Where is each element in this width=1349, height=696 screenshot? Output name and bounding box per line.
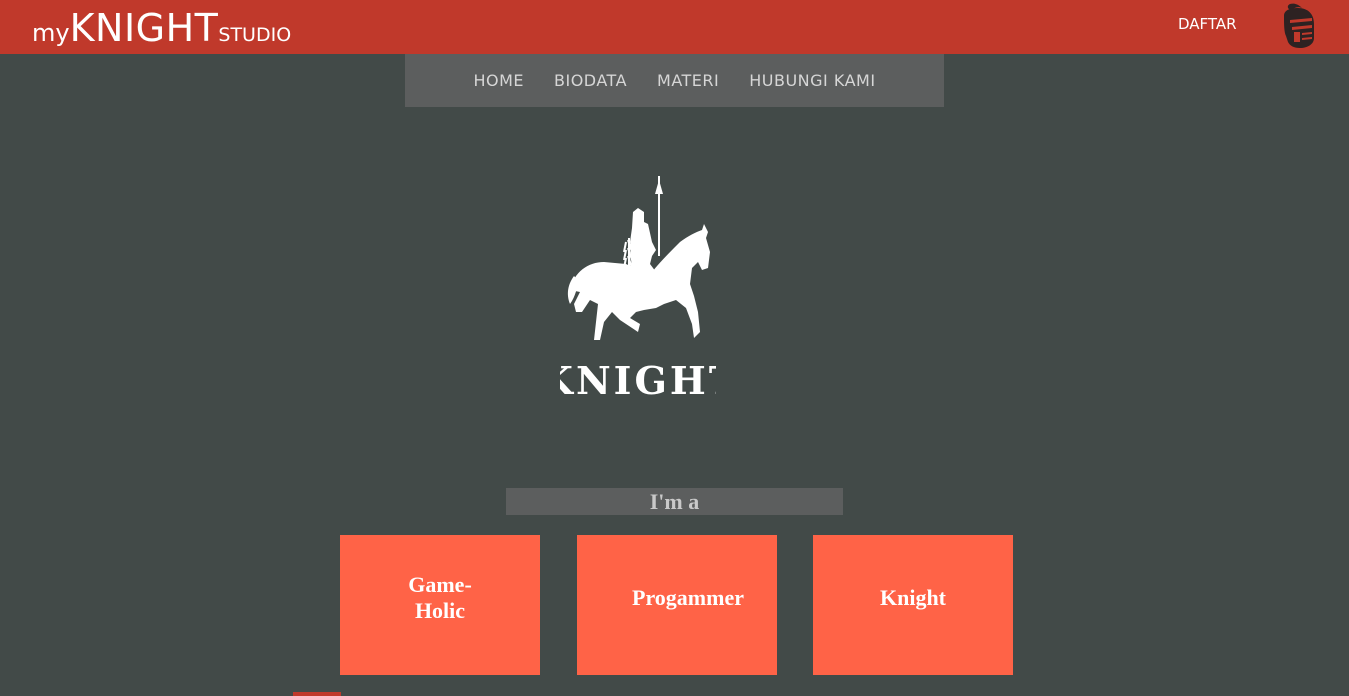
- nav-materi[interactable]: MATERI: [657, 71, 719, 90]
- nav-home[interactable]: HOME: [473, 71, 524, 90]
- card-programmer[interactable]: Progammer: [577, 535, 777, 675]
- card-label: Holic: [414, 598, 466, 623]
- brand-main: KNIGHT: [69, 6, 219, 50]
- knight-on-horse-logo: KNIGHT: [560, 176, 716, 400]
- register-link[interactable]: DAFTAR: [1178, 15, 1237, 33]
- card-label: Progammer: [632, 585, 744, 610]
- card-label: Knight: [879, 585, 947, 610]
- main-nav: HOME BIODATA MATERI HUBUNGI KAMI: [405, 54, 944, 107]
- logo-text: KNIGHT: [560, 358, 716, 400]
- nav-biodata[interactable]: BIODATA: [554, 71, 627, 90]
- card-game-holic[interactable]: Game- Holic: [340, 535, 540, 675]
- nav-contact[interactable]: HUBUNGI KAMI: [749, 71, 875, 90]
- card-knight[interactable]: Knight: [813, 535, 1013, 675]
- card-label: Game-: [408, 572, 472, 597]
- intro-label: I'm a: [506, 488, 843, 515]
- brand-logo[interactable]: myKNIGHTSTUDIO: [32, 6, 291, 50]
- brand-suffix: STUDIO: [218, 24, 292, 46]
- knight-helmet-icon[interactable]: [1276, 2, 1320, 50]
- top-bar: myKNIGHTSTUDIO DAFTAR: [0, 0, 1349, 54]
- bottom-accent: [293, 692, 341, 696]
- brand-prefix: my: [32, 19, 70, 47]
